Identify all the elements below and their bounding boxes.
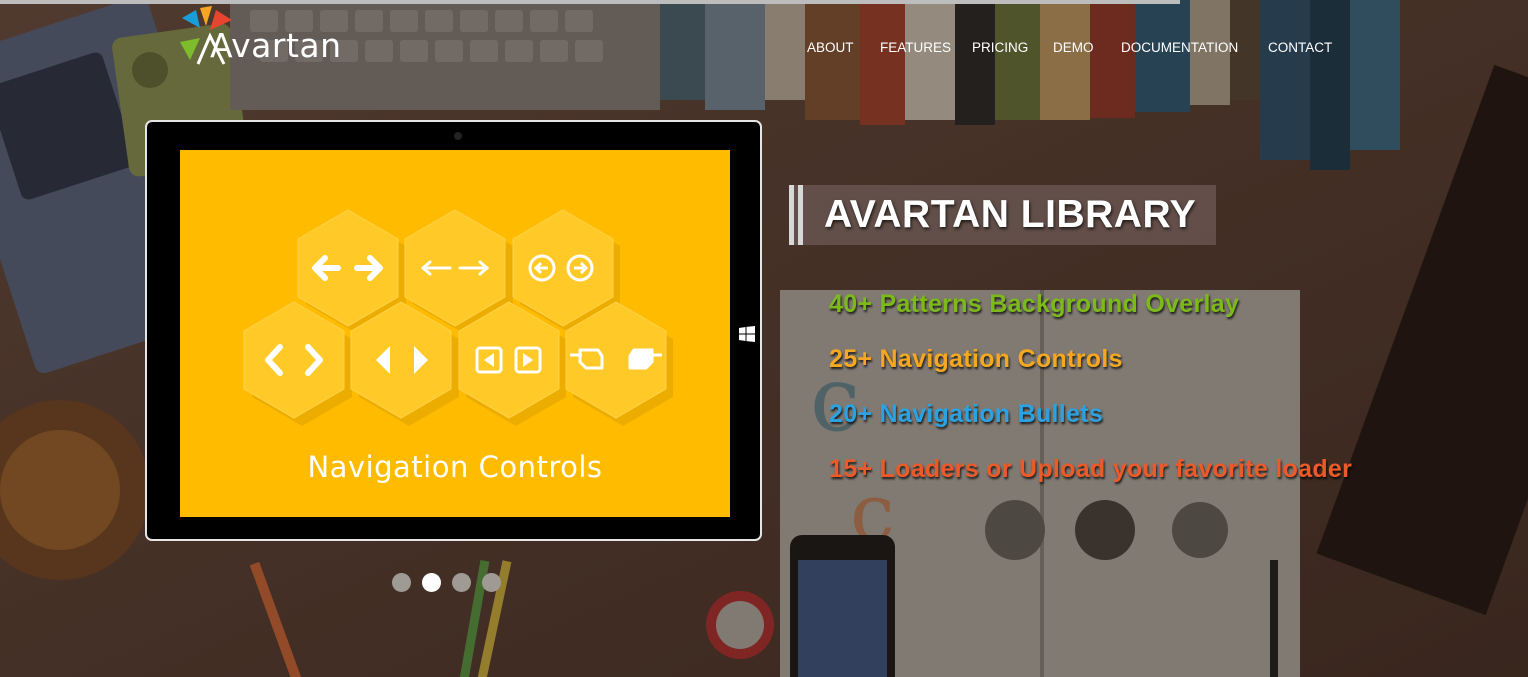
feature-navigation-bullets: 20+ Navigation Bullets (829, 400, 1104, 428)
slide-caption: Navigation Controls (307, 450, 603, 484)
windows-logo-icon (739, 326, 755, 342)
slider-bullet-3[interactable] (452, 573, 471, 592)
slider-bullet-4[interactable] (482, 573, 501, 592)
tablet-frame: Navigation Controls (145, 120, 762, 541)
title-accent-bar (789, 185, 794, 245)
main-navigation: ABOUT FEATURES PRICING DEMO DOCUMENTATIO… (807, 40, 1338, 55)
nav-features[interactable]: FEATURES (880, 40, 972, 55)
camera-icon (454, 132, 462, 140)
hero-title: AVARTAN LIBRARY (824, 193, 1197, 236)
nav-documentation[interactable]: DOCUMENTATION (1121, 40, 1268, 55)
feature-navigation-controls: 25+ Navigation Controls (829, 345, 1123, 373)
nav-contact[interactable]: CONTACT (1268, 40, 1338, 55)
brand-name: Avartan (210, 26, 342, 65)
slider-bullet-2[interactable] (422, 573, 441, 592)
title-accent-bar (798, 185, 803, 245)
nav-demo[interactable]: DEMO (1053, 40, 1121, 55)
nav-about[interactable]: ABOUT (807, 40, 880, 55)
slider-bullet-1[interactable] (392, 573, 411, 592)
slider-progress-bar (0, 0, 1180, 4)
feature-loaders: 15+ Loaders or Upload your favorite load… (829, 455, 1353, 483)
feature-patterns: 40+ Patterns Background Overlay (829, 290, 1240, 318)
hero-title-box: AVARTAN LIBRARY (789, 185, 1217, 245)
slider-bullets (392, 573, 501, 592)
nav-pricing[interactable]: PRICING (972, 40, 1053, 55)
slide-screen: Navigation Controls (180, 150, 730, 517)
